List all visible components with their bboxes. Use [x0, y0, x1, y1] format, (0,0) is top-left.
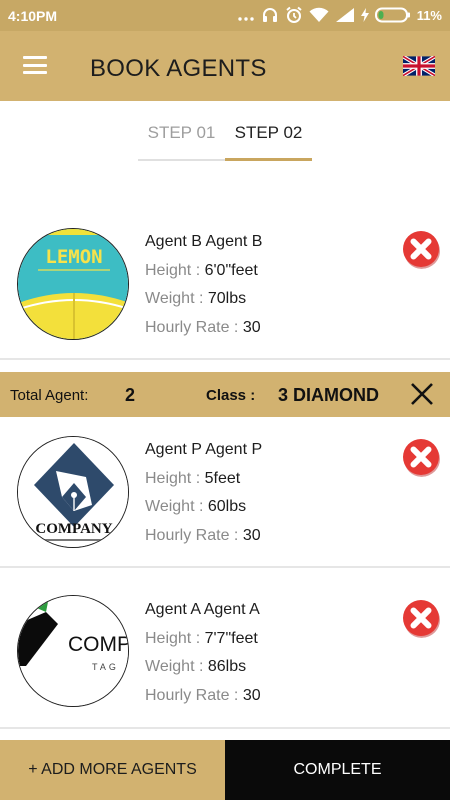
- remove-agent-icon[interactable]: [401, 598, 441, 638]
- app-bar: BOOK AGENTS: [0, 31, 450, 101]
- agent-avatar: LEMON: [17, 228, 129, 340]
- close-icon[interactable]: [410, 382, 434, 406]
- tab-step-02-active-underline: [225, 158, 312, 161]
- signal-icon: [335, 8, 354, 22]
- status-time: 4:10PM: [8, 8, 58, 24]
- svg-text:TAG: TAG: [92, 662, 119, 672]
- agent-weight-row: Weight : 86lbs: [145, 653, 261, 682]
- status-icons: 11%: [237, 6, 442, 24]
- agent-name: Agent B Agent B: [145, 233, 263, 250]
- page-title: BOOK AGENTS: [90, 55, 267, 82]
- agent-card: COMPANY Agent P Agent P Height : 5feet W…: [0, 417, 450, 568]
- company-pen-logo-image: COMPANY: [18, 437, 128, 547]
- bottom-action-bar: + ADD MORE AGENTS COMPLETE: [0, 740, 450, 800]
- weight-value: 86lbs: [207, 658, 247, 676]
- remove-agent-icon[interactable]: [401, 437, 441, 477]
- alarm-icon: [286, 6, 302, 23]
- agent-avatar: COMP TAG: [17, 595, 129, 707]
- weight-label: Weight :: [145, 658, 208, 676]
- weight-label: Weight :: [145, 498, 208, 516]
- agent-name: Agent A Agent A: [145, 601, 260, 618]
- height-value: 5feet: [204, 469, 241, 487]
- avatar-logo-text: COMPANY: [35, 521, 112, 537]
- tab-step-01[interactable]: STEP 01: [138, 123, 225, 143]
- rate-value: 30: [242, 319, 261, 337]
- weight-label: Weight :: [145, 290, 208, 308]
- battery-percent: 11%: [416, 7, 442, 23]
- add-more-agents-button[interactable]: + ADD MORE AGENTS: [0, 740, 225, 800]
- complete-button[interactable]: COMPLETE: [225, 740, 450, 800]
- class-value: 3 DIAMOND: [278, 385, 380, 405]
- height-label: Height :: [145, 261, 205, 279]
- weight-value: 70lbs: [207, 290, 247, 308]
- agent-rate-row: Hourly Rate : 30: [145, 682, 261, 711]
- height-label: Height :: [145, 469, 205, 487]
- rate-label: Hourly Rate :: [145, 687, 243, 705]
- agent-info: Agent P Agent P Height : 5feet Weight : …: [145, 436, 262, 551]
- agent-weight-row: Weight : 70lbs: [145, 285, 262, 314]
- agent-info: Agent A Agent A Height : 7'7"feet Weight…: [145, 596, 261, 711]
- agent-card: COMP TAG Agent A Agent A Height : 7'7"fe…: [0, 568, 450, 729]
- charging-icon: [360, 8, 369, 22]
- avatar-logo-text: COMP: [68, 633, 129, 656]
- agent-height-row: Height : 7'7"feet: [145, 625, 261, 654]
- tab-step-01-underline: [138, 159, 225, 161]
- company-tag-logo-image: COMP TAG: [18, 596, 129, 706]
- agent-rate-row: Hourly Rate : 30: [145, 522, 262, 551]
- hamburger-menu-icon[interactable]: [23, 56, 47, 74]
- status-bar: 4:10PM 11%: [0, 0, 450, 31]
- rate-label: Hourly Rate :: [145, 527, 243, 545]
- agent-height-row: Height : 5feet: [145, 465, 262, 494]
- remove-agent-icon[interactable]: [401, 229, 441, 269]
- wifi-icon: [309, 7, 329, 22]
- lemon-logo-image: LEMON: [18, 229, 128, 339]
- weight-value: 60lbs: [207, 498, 247, 516]
- agent-weight-row: Weight : 60lbs: [145, 493, 262, 522]
- step-tabs: STEP 01 STEP 02: [0, 101, 450, 171]
- agent-height-row: Height : 6'0"feet: [145, 257, 262, 286]
- rate-value: 30: [242, 687, 261, 705]
- total-agent-label: Total Agent:: [10, 387, 89, 404]
- more-dots-icon: [237, 17, 254, 21]
- class-label: Class :: [206, 387, 256, 404]
- height-value: 7'7"feet: [204, 629, 258, 647]
- height-label: Height :: [145, 629, 205, 647]
- uk-flag-icon[interactable]: [403, 56, 435, 76]
- agent-rate-row: Hourly Rate : 30: [145, 314, 262, 343]
- tab-step-02[interactable]: STEP 02: [225, 123, 312, 143]
- rate-label: Hourly Rate :: [145, 319, 243, 337]
- avatar-logo-text: LEMON: [45, 246, 102, 268]
- headphones-icon: [262, 8, 277, 22]
- battery-icon: [374, 7, 410, 23]
- agent-name: Agent P Agent P: [145, 441, 263, 458]
- selection-summary-bar: Total Agent: 2 Class : 3 DIAMOND: [0, 372, 450, 417]
- agent-info: Agent B Agent B Height : 6'0"feet Weight…: [145, 228, 262, 343]
- rate-value: 30: [242, 527, 261, 545]
- total-agent-value: 2: [125, 385, 136, 405]
- height-value: 6'0"feet: [204, 261, 258, 279]
- agent-card: LEMON Agent B Agent B Height : 6'0"feet …: [0, 200, 450, 360]
- agent-avatar: COMPANY: [17, 436, 129, 548]
